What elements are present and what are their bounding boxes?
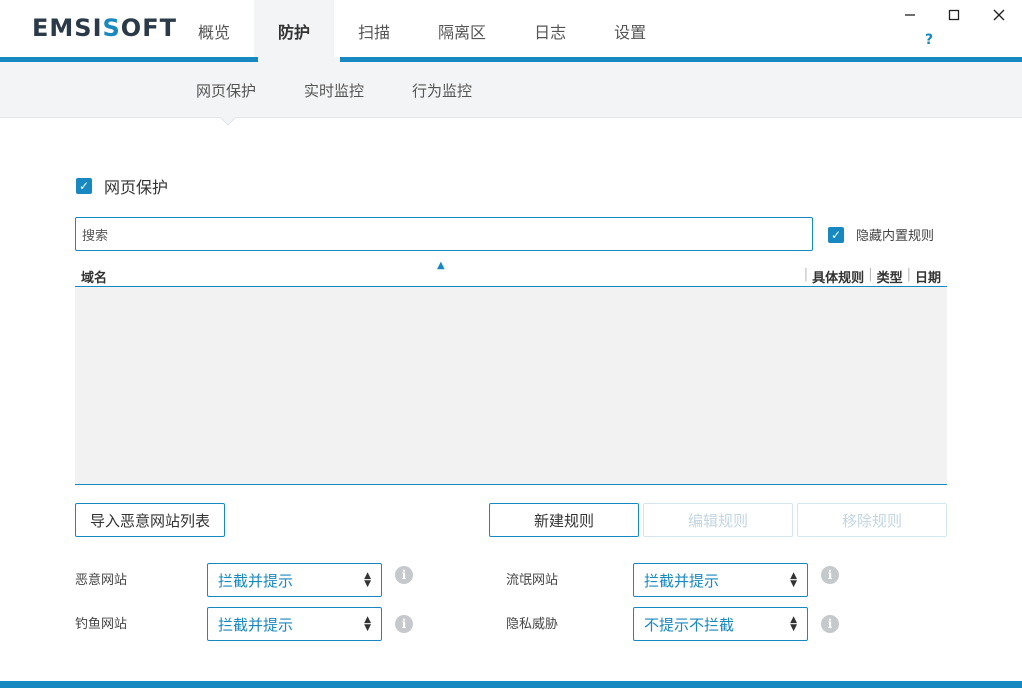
select-arrows-icon: ▲ ▼	[364, 615, 371, 633]
info-icon[interactable]: i	[821, 615, 839, 633]
tab-quarantine[interactable]: 隔离区	[414, 0, 510, 62]
checkbox-checked-icon[interactable]: ✓	[828, 226, 844, 243]
sub-navigation: 网页保护 实时监控 行为监控	[0, 62, 1022, 118]
column-domain[interactable]: 域名	[81, 267, 107, 286]
sort-ascending-icon: ▲	[437, 260, 445, 271]
hide-builtin-rules-toggle[interactable]: ✓ 隐藏内置规则	[828, 225, 934, 244]
close-button[interactable]	[988, 4, 1010, 26]
minimize-icon	[905, 14, 915, 16]
pup-sites-select[interactable]: 拦截并提示 ▲ ▼	[633, 563, 808, 597]
select-arrows-icon: ▲ ▼	[790, 571, 797, 589]
maximize-button[interactable]	[943, 4, 965, 26]
subtab-web-protection[interactable]: 网页保护	[196, 62, 256, 118]
web-protection-label: 网页保护	[104, 178, 169, 197]
tab-overview[interactable]: 概览	[174, 0, 254, 62]
tab-protection[interactable]: 防护	[254, 0, 335, 62]
phishing-sites-label: 钓鱼网站	[75, 617, 128, 632]
select-arrows-icon: ▲ ▼	[364, 571, 371, 589]
tab-logs[interactable]: 日志	[510, 0, 590, 62]
new-rule-button[interactable]: 新建规则	[489, 503, 639, 537]
hide-builtin-rules-label: 隐藏内置规则	[856, 229, 935, 244]
active-subtab-caret-icon	[220, 117, 236, 126]
malicious-sites-select[interactable]: 拦截并提示 ▲ ▼	[207, 563, 382, 597]
help-button[interactable]: ?	[925, 32, 933, 48]
privacy-threats-select[interactable]: 不提示不拦截 ▲ ▼	[633, 607, 808, 641]
checkbox-checked-icon[interactable]: ✓	[76, 178, 92, 194]
emsisoft-logo: EMSISOFT	[32, 14, 177, 42]
subtab-behavior-monitor[interactable]: 行为监控	[412, 62, 472, 118]
edit-rule-button[interactable]: 编辑规则	[643, 503, 793, 537]
column-rule[interactable]: 具体规则	[812, 267, 864, 286]
footer-accent-bar	[0, 681, 1022, 688]
phishing-sites-select[interactable]: 拦截并提示 ▲ ▼	[207, 607, 382, 641]
close-icon	[993, 9, 1005, 21]
header: EMSISOFT 概览 防护 扫描 隔离区 日志 设置 ?	[0, 0, 1022, 62]
tab-scan[interactable]: 扫描	[334, 0, 414, 62]
remove-rule-button[interactable]: 移除规则	[797, 503, 947, 537]
info-icon[interactable]: i	[395, 615, 413, 633]
info-icon[interactable]: i	[395, 566, 413, 584]
tab-settings[interactable]: 设置	[590, 0, 670, 62]
info-icon[interactable]: i	[821, 566, 839, 584]
subtab-realtime-monitor[interactable]: 实时监控	[304, 62, 364, 118]
pup-sites-label: 流氓网站	[506, 573, 559, 588]
privacy-threats-label: 隐私威胁	[506, 617, 559, 632]
main-tabs: 概览 防护 扫描 隔离区 日志 设置	[174, 0, 670, 62]
column-type[interactable]: 类型	[877, 267, 903, 286]
maximize-icon	[948, 9, 960, 21]
search-input[interactable]: 搜索	[75, 217, 813, 251]
select-arrows-icon: ▲ ▼	[790, 615, 797, 633]
minimize-button[interactable]	[899, 4, 921, 26]
rules-table-body[interactable]	[75, 287, 947, 485]
sub-tabs: 网页保护 实时监控 行为监控	[196, 62, 472, 118]
emsisoft-window: EMSISOFT 概览 防护 扫描 隔离区 日志 设置 ? 网页保护 实时监控 …	[0, 0, 1022, 688]
web-protection-toggle[interactable]: ✓ 网页保护	[76, 174, 168, 198]
malicious-sites-label: 恶意网站	[75, 573, 128, 588]
column-date[interactable]: 日期	[915, 267, 941, 286]
rules-table-header: 域名 ▲ | 具体规则 | 类型 | 日期	[75, 260, 947, 287]
import-malicious-list-button[interactable]: 导入恶意网站列表	[75, 503, 225, 537]
